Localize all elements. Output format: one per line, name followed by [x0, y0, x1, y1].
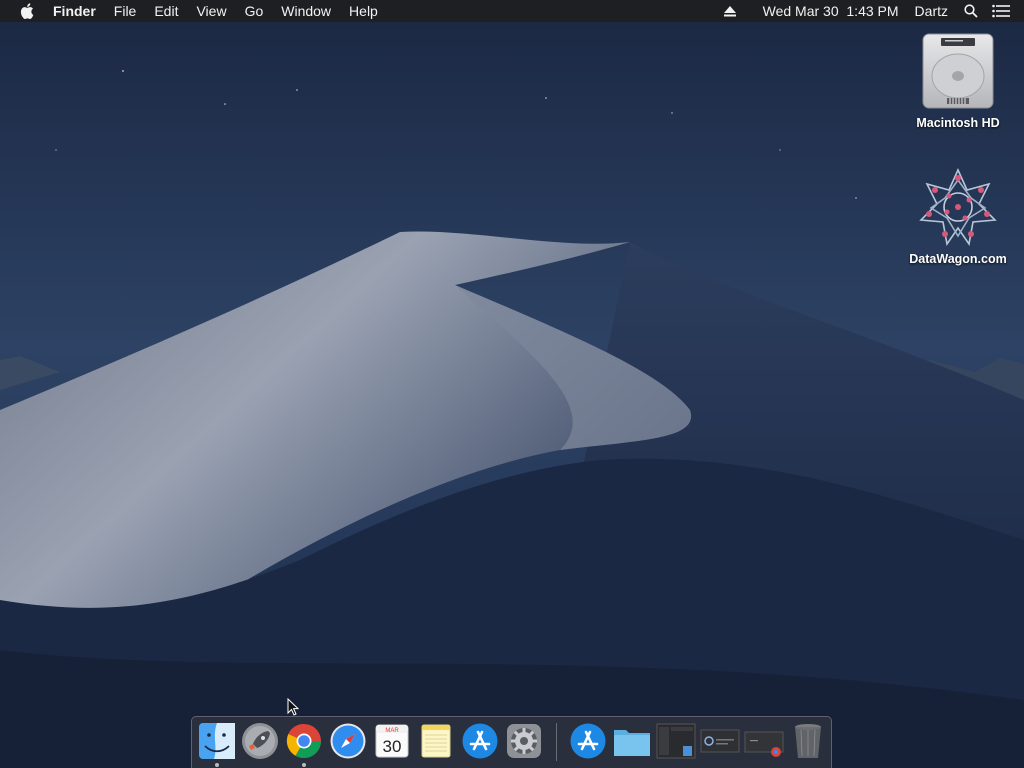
dock-minimized-window[interactable]: [656, 721, 696, 761]
menu-window[interactable]: Window: [272, 0, 340, 22]
dock-minimized-window[interactable]: [700, 721, 740, 761]
gear-icon: [507, 724, 541, 758]
menu-help[interactable]: Help: [340, 0, 387, 22]
apple-icon[interactable]: [10, 3, 44, 19]
running-indicator: [302, 763, 306, 767]
menu-edit[interactable]: Edit: [145, 0, 187, 22]
finder-icon: [199, 723, 235, 759]
dock-applications[interactable]: [568, 721, 608, 761]
hard-drive-icon: [919, 32, 997, 110]
eject-icon[interactable]: [719, 0, 741, 22]
app-store-icon: [570, 723, 606, 759]
folder-icon: [614, 730, 650, 756]
window-thumbnail-icon: [744, 731, 784, 757]
desktop-icon-label: DataWagon.com: [909, 252, 1007, 266]
desktop-wallpaper: [0, 0, 1024, 768]
mouse-cursor-icon: [287, 698, 299, 716]
dock-chrome[interactable]: [284, 721, 324, 767]
dock-system-preferences[interactable]: [504, 721, 544, 761]
datawagon-star-icon: [919, 168, 997, 247]
desktop-icon-macintosh-hd[interactable]: Macintosh HD: [903, 32, 1013, 130]
menu-file[interactable]: File: [105, 0, 146, 22]
window-thumbnail-icon: [656, 723, 696, 759]
calendar-day: 30: [383, 737, 402, 756]
dock-launchpad[interactable]: [240, 721, 280, 761]
app-store-icon: [462, 723, 498, 759]
menu-bar: Finder File Edit View Go Window Help Wed…: [0, 0, 1024, 22]
launchpad-rocket-icon: [242, 723, 278, 759]
calendar-icon: MAR 30: [375, 724, 409, 758]
dock-calendar[interactable]: MAR 30: [372, 721, 412, 761]
desktop-icon-datawagon[interactable]: DataWagon.com: [903, 168, 1013, 266]
menu-go[interactable]: Go: [236, 0, 273, 22]
running-indicator: [215, 763, 219, 767]
menu-clock[interactable]: Wed Mar 30 1:43 PM: [755, 0, 907, 22]
notes-icon: [421, 724, 451, 758]
spotlight-search-icon[interactable]: [960, 0, 982, 22]
dock-safari[interactable]: [328, 721, 368, 761]
desktop-icon-label: Macintosh HD: [916, 116, 1000, 130]
chrome-icon: [286, 723, 321, 758]
calendar-month: MAR: [385, 728, 399, 734]
dock-minimized-chrome-window[interactable]: [744, 721, 784, 761]
menu-user[interactable]: Dartz: [907, 0, 956, 22]
dock-separator: [556, 723, 557, 761]
dock-app-store[interactable]: [460, 721, 500, 761]
dock-trash[interactable]: [788, 721, 828, 761]
menu-view[interactable]: View: [187, 0, 235, 22]
trash-icon: [795, 724, 821, 758]
dock-finder[interactable]: [197, 721, 237, 767]
dock-notes[interactable]: [416, 721, 456, 761]
notification-center-icon[interactable]: [990, 0, 1012, 22]
dock: MAR 30: [191, 716, 832, 768]
menu-app-finder[interactable]: Finder: [44, 0, 105, 22]
window-thumbnail-icon: [700, 729, 740, 753]
safari-compass-icon: [330, 723, 366, 759]
dock-folder[interactable]: [612, 721, 652, 761]
